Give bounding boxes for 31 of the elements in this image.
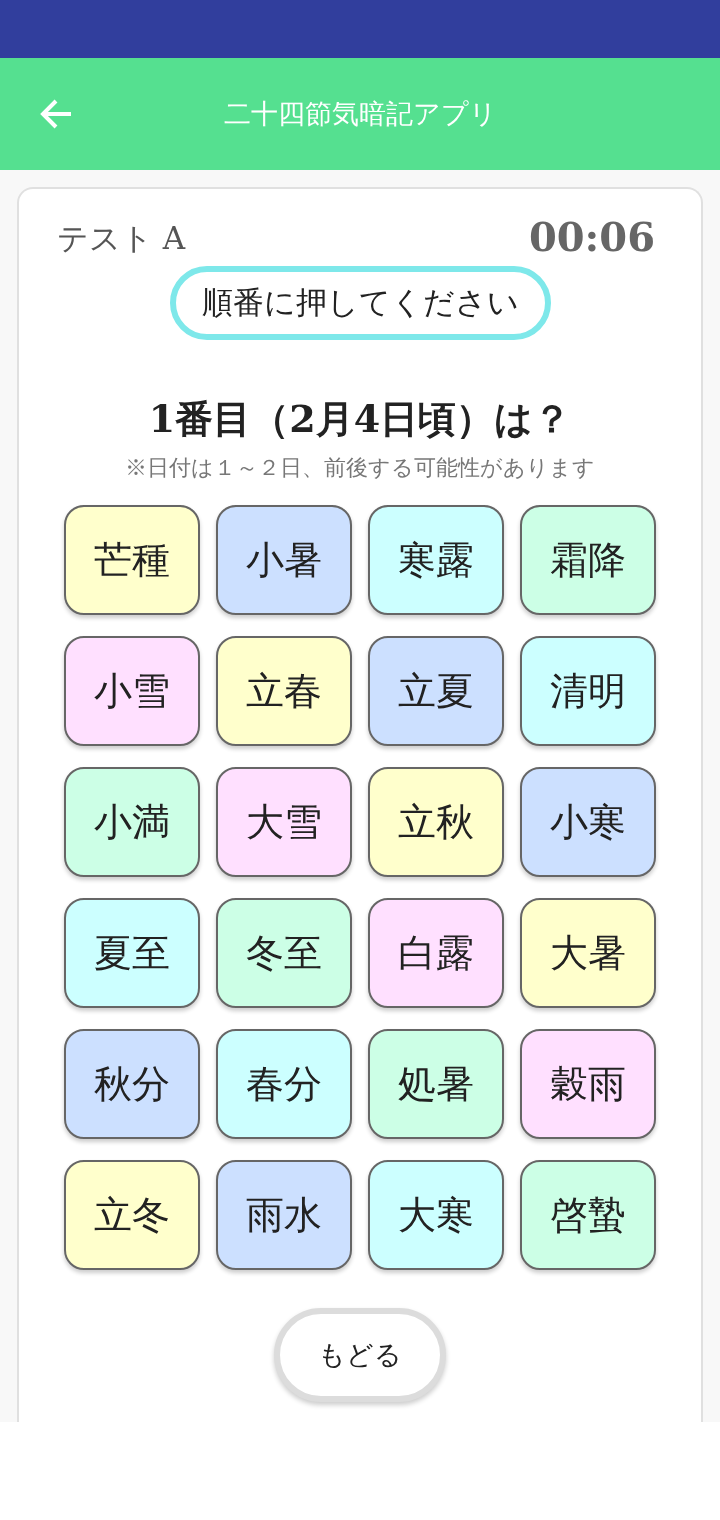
term-tile[interactable]: 小寒 <box>520 767 656 877</box>
term-tile[interactable]: 秋分 <box>64 1029 200 1139</box>
term-tile[interactable]: 冬至 <box>216 898 352 1008</box>
note-text: ※日付は１～２日、前後する可能性があります <box>125 454 595 482</box>
term-tile[interactable]: 雨水 <box>216 1160 352 1270</box>
term-tile[interactable]: 白露 <box>368 898 504 1008</box>
back-button[interactable]: もどる <box>274 1308 446 1402</box>
term-tile[interactable]: 小暑 <box>216 505 352 615</box>
term-tile[interactable]: 小満 <box>64 767 200 877</box>
term-tile[interactable]: 清明 <box>520 636 656 746</box>
question-text: 1番目（2月4日頃）は？ <box>148 395 572 443</box>
term-tile[interactable]: 霜降 <box>520 505 656 615</box>
test-name: テスト A <box>57 219 186 258</box>
term-tile[interactable]: 寒露 <box>368 505 504 615</box>
term-tile[interactable]: 立春 <box>216 636 352 746</box>
term-tile[interactable]: 小雪 <box>64 636 200 746</box>
term-tile[interactable]: 大雪 <box>216 767 352 877</box>
app-title: 二十四節気暗記アプリ <box>223 97 497 131</box>
term-tile[interactable]: 立夏 <box>368 636 504 746</box>
term-tile[interactable]: 大寒 <box>368 1160 504 1270</box>
instruction-label: 順番に押してください <box>169 266 551 340</box>
term-tile[interactable]: 芒種 <box>64 505 200 615</box>
term-tile[interactable]: 処暑 <box>368 1029 504 1139</box>
timer: 00:06 <box>528 213 655 260</box>
term-tile[interactable]: 啓蟄 <box>520 1160 656 1270</box>
term-tile[interactable]: 立冬 <box>64 1160 200 1270</box>
term-tile[interactable]: 穀雨 <box>520 1029 656 1139</box>
term-tile[interactable]: 立秋 <box>368 767 504 877</box>
term-tile[interactable]: 大暑 <box>520 898 656 1008</box>
term-tile[interactable]: 夏至 <box>64 898 200 1008</box>
term-tile[interactable]: 春分 <box>216 1029 352 1139</box>
